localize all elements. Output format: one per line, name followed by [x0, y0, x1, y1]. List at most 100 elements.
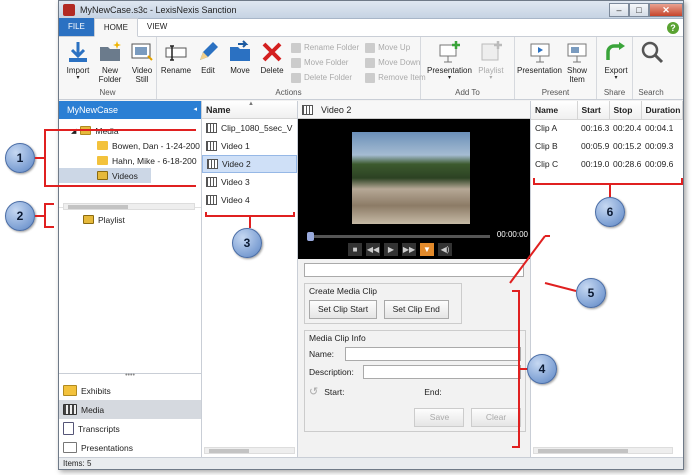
column-name[interactable]: Name	[531, 101, 578, 120]
video-still-button[interactable]: Video Still	[129, 40, 155, 84]
tab-file[interactable]: FILE	[59, 18, 94, 36]
edit-button[interactable]: Edit	[195, 40, 221, 75]
new-folder-button[interactable]: New Folder	[97, 40, 123, 84]
rename-button[interactable]: Rename	[161, 40, 191, 75]
delete-folder-button[interactable]: Delete Folder	[291, 70, 359, 85]
nav-section-list: •••• Exhibits Media Transcripts Presenta…	[59, 372, 201, 457]
clip-row[interactable]: Clip C 00:19.0 00:28.6 00:09.6	[531, 155, 683, 173]
search-button[interactable]	[639, 40, 665, 66]
remove-icon	[365, 72, 376, 83]
rename-folder-button[interactable]: Rename Folder	[291, 40, 359, 55]
splitter-grip[interactable]: ••••	[59, 372, 201, 381]
annotation-bracket-2	[44, 203, 54, 228]
callout-3: 3	[232, 228, 262, 258]
import-button[interactable]: Import ▾	[65, 40, 91, 81]
ribbon-group-actions: Rename Edit Move Delete Rename Folder Mo…	[157, 37, 426, 99]
tree-horizontal-scrollbar[interactable]	[63, 203, 195, 210]
fast-forward-button[interactable]: ▶▶	[402, 243, 416, 256]
clip-row[interactable]: Clip B 00:05.9 00:15.2 00:09.3	[531, 137, 683, 155]
import-icon	[69, 42, 87, 62]
show-item-icon	[567, 43, 587, 63]
mark-clip-button[interactable]: ▼	[420, 243, 434, 256]
move-button[interactable]: Move	[227, 40, 253, 75]
clips-horizontal-scrollbar[interactable]	[533, 447, 673, 454]
pencil-icon	[200, 42, 218, 60]
close-button[interactable]: ✕	[649, 2, 683, 17]
volume-icon[interactable]: ◀)	[438, 243, 452, 256]
present-presentation-button[interactable]: Presentation	[517, 40, 562, 75]
tab-home[interactable]: HOME	[93, 18, 138, 37]
video-file-icon	[302, 104, 313, 115]
file-name-column-header[interactable]: Name ▲	[202, 101, 297, 119]
nav-exhibits[interactable]: Exhibits	[59, 381, 201, 400]
file-row-video3[interactable]: Video 3	[202, 173, 297, 191]
clip-name-input[interactable]	[345, 347, 521, 361]
files-horizontal-scrollbar[interactable]	[204, 447, 295, 454]
move-folder-button[interactable]: Move Folder	[291, 55, 359, 70]
move-folder-small-icon	[291, 57, 301, 68]
new-folder-icon	[100, 41, 121, 61]
clips-header-row: Name Start Stop Duration	[531, 101, 683, 120]
video-file-icon	[206, 141, 217, 151]
callout-1: 1	[5, 143, 35, 173]
ribbon-tabs: FILE HOME VIEW ?	[59, 18, 683, 37]
move-down-button[interactable]: Move Down	[365, 55, 426, 70]
pin-arrow-icon[interactable]: ◂	[193, 101, 197, 119]
set-clip-end-button[interactable]: Set Clip End	[383, 300, 449, 319]
export-icon	[606, 42, 625, 60]
remove-item-button[interactable]: Remove Item	[365, 70, 426, 85]
column-start[interactable]: Start	[577, 101, 610, 120]
move-up-button[interactable]: Move Up	[365, 40, 426, 55]
add-to-playlist-button[interactable]: Playlist ▾	[478, 40, 504, 81]
minimize-button[interactable]: –	[609, 2, 629, 17]
add-to-presentation-button[interactable]: Presentation ▾	[427, 40, 472, 81]
column-stop[interactable]: Stop	[609, 101, 642, 120]
arrow-up-icon	[365, 42, 376, 53]
delete-button[interactable]: Delete	[259, 40, 285, 75]
help-icon[interactable]: ?	[667, 22, 679, 34]
ribbon-group-search: Search	[633, 37, 669, 99]
ribbon-group-new-label: New	[99, 88, 116, 97]
file-row-video4[interactable]: Video 4	[202, 191, 297, 209]
file-list-pane: Name ▲ Clip_1080_5sec_V Video 1 Video 2 …	[202, 101, 298, 457]
tab-view[interactable]: VIEW	[138, 18, 176, 36]
create-media-clip-group: Create Media Clip Set Clip Start Set Cli…	[304, 283, 462, 324]
play-button[interactable]: ▶	[384, 243, 398, 256]
export-button[interactable]: Export ▾	[603, 40, 629, 81]
nav-transcripts[interactable]: Transcripts	[59, 419, 201, 438]
nav-presentations[interactable]: Presentations	[59, 438, 201, 457]
stop-button[interactable]: ■	[348, 243, 362, 256]
save-button[interactable]: Save	[414, 408, 465, 427]
clips-table: Name Start Stop Duration Clip A 00:16.3 00…	[531, 101, 683, 173]
app-icon	[63, 3, 75, 16]
seek-bar[interactable]	[307, 232, 490, 241]
callout-6: 6	[595, 197, 625, 227]
callout-4: 4	[527, 354, 557, 384]
playlist-item[interactable]: Playlist	[59, 207, 201, 229]
delete-icon	[262, 42, 282, 62]
clip-input-field[interactable]	[304, 263, 524, 277]
seek-handle[interactable]	[307, 232, 314, 241]
annotation-bracket-1	[44, 129, 196, 187]
clip-description-input[interactable]	[363, 365, 521, 379]
time-display: 00:00:00	[496, 230, 528, 239]
video-player[interactable]: 00:00:00 ■ ◀◀ ▶ ▶▶ ▼ ◀)	[298, 119, 530, 259]
arrow-down-icon	[365, 57, 376, 68]
maximize-button[interactable]: □	[629, 2, 649, 17]
file-row-video2[interactable]: Video 2	[202, 155, 297, 173]
sort-icon: ▲	[248, 101, 254, 107]
video-file-icon	[206, 195, 217, 205]
presentation-icon	[530, 43, 549, 63]
file-row-clip[interactable]: Clip_1080_5sec_V	[202, 119, 297, 137]
rewind-button[interactable]: ◀◀	[366, 243, 380, 256]
nav-media[interactable]: Media	[59, 400, 201, 419]
reset-icon[interactable]: ↺	[309, 385, 318, 398]
set-clip-start-button[interactable]: Set Clip Start	[309, 300, 378, 319]
clip-row[interactable]: Clip A 00:16.3 00:20.4 00:04.1	[531, 119, 683, 137]
column-duration[interactable]: Duration	[641, 101, 683, 120]
callout-5: 5	[576, 278, 606, 308]
case-header[interactable]: MyNewCase ◂	[59, 101, 201, 119]
ribbon-group-actions-label: Actions	[275, 88, 302, 97]
file-row-video1[interactable]: Video 1	[202, 137, 297, 155]
show-item-button[interactable]: Show Item	[564, 40, 590, 84]
